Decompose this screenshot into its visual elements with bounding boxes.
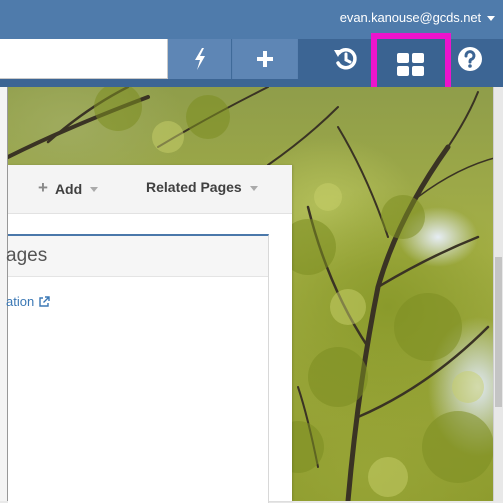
related-pages-menu[interactable]: Related Pages (146, 179, 258, 195)
page-scrollbar[interactable] (493, 87, 503, 501)
add-menu[interactable]: + Add (38, 178, 99, 198)
external-link-icon (39, 295, 50, 307)
related-pages-label: Related Pages (146, 179, 242, 195)
search-input[interactable] (0, 39, 168, 79)
user-email: evan.kanouse@gcds.net (339, 10, 481, 25)
plus-icon (257, 51, 273, 67)
scrollbar-thumb[interactable] (495, 257, 502, 407)
chevron-down-icon (487, 16, 495, 21)
main-toolbar (0, 33, 503, 97)
page-content-panel: + Add Related Pages ages ation (6, 165, 292, 503)
user-account-menu[interactable]: evan.kanouse@gcds.net (340, 10, 495, 25)
section-title: ages (6, 245, 48, 266)
chevron-down-icon (90, 187, 99, 192)
grid-icon (397, 53, 424, 76)
page-link-label: ation (6, 294, 35, 309)
chevron-down-icon (249, 185, 258, 191)
history-button[interactable] (326, 39, 366, 79)
question-circle-icon (458, 47, 482, 71)
lightning-bolt-icon (194, 48, 205, 70)
page-link[interactable]: ation (6, 294, 50, 309)
plus-icon: + (38, 178, 48, 197)
add-new-button[interactable] (233, 39, 297, 79)
panel-toolbar: + Add Related Pages (8, 165, 292, 214)
add-menu-label: Add (54, 180, 83, 197)
help-button[interactable] (450, 39, 490, 79)
history-icon (334, 48, 357, 70)
quick-actions-button[interactable] (168, 39, 232, 79)
pages-section: ages ation (6, 234, 269, 503)
section-header: ages (6, 236, 268, 277)
